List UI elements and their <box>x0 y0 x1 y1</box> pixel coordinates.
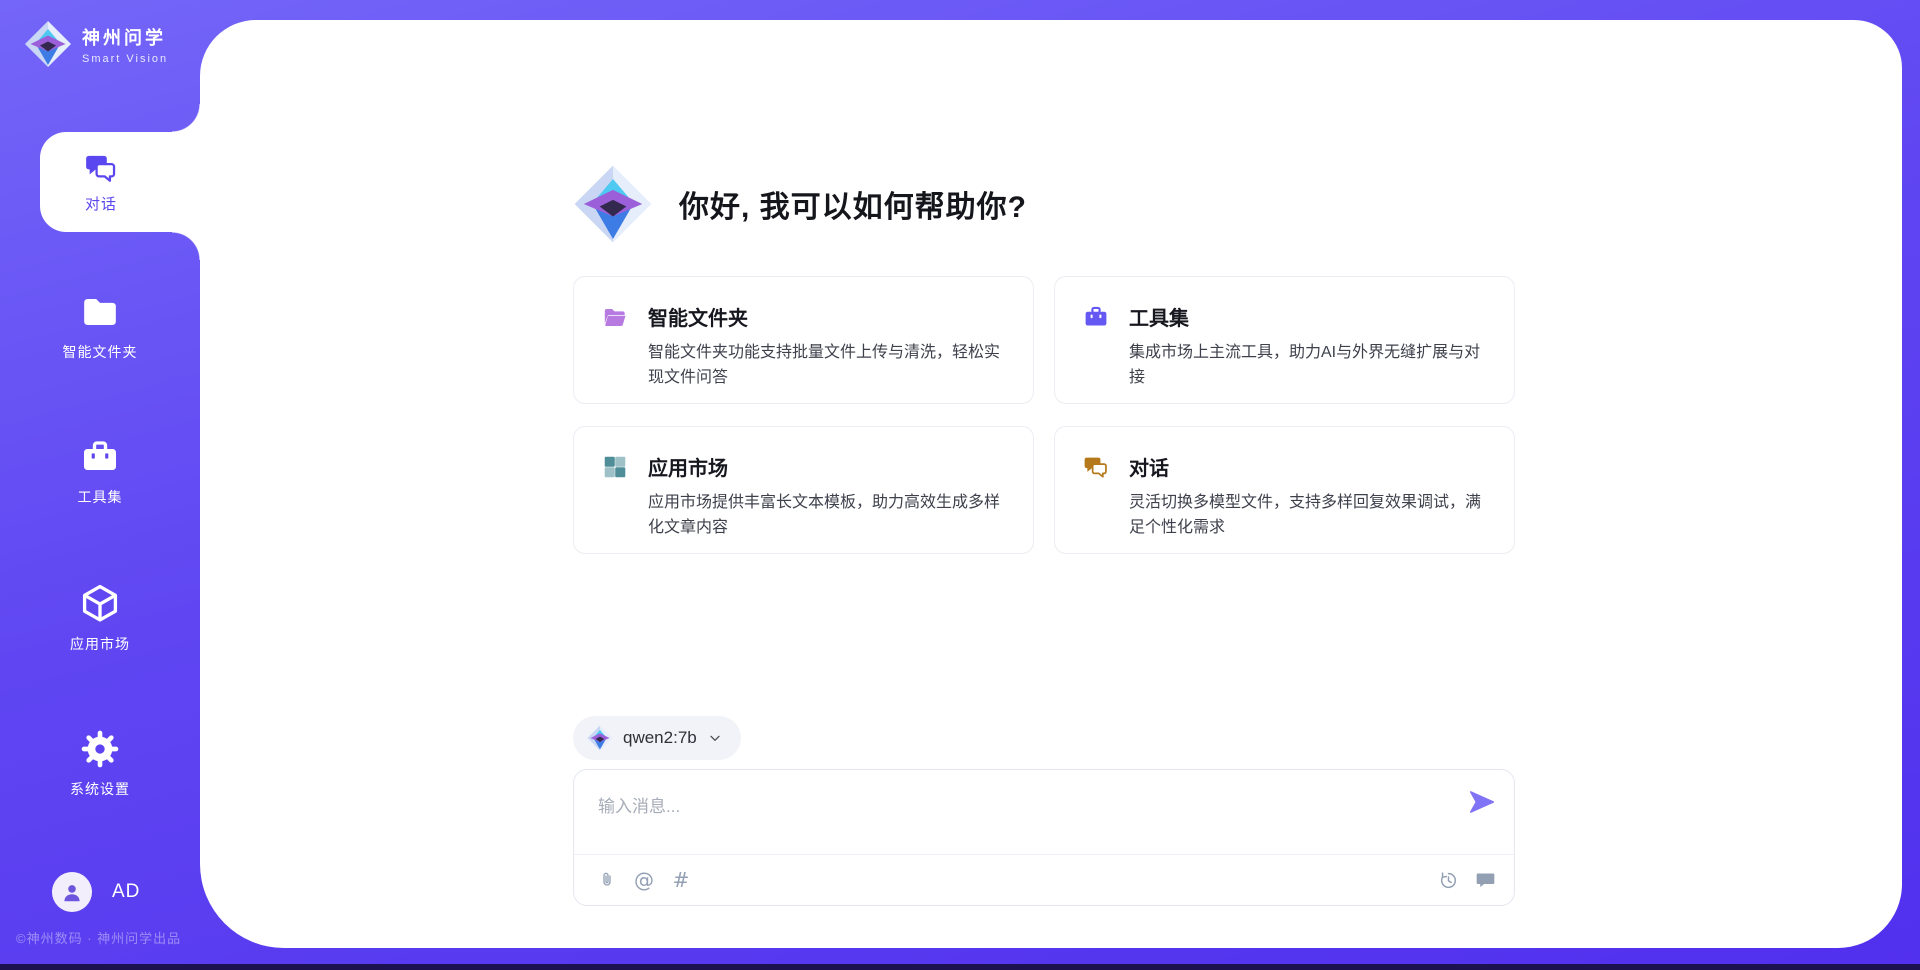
sidebar-item-label: 智能文件夹 <box>63 342 138 362</box>
message-composer: @ # <box>573 769 1515 906</box>
attachment-icon <box>597 869 617 891</box>
toolbox-icon <box>1083 304 1109 330</box>
main-content: 你好, 我可以如何帮助你? 智能文件夹 智能文件夹功能支持批量文件上传与清洗，轻… <box>573 0 1515 970</box>
history-button[interactable] <box>1437 868 1459 892</box>
sidebar-item-label: 对话 <box>85 193 117 214</box>
chevron-down-icon <box>707 730 723 746</box>
model-selector[interactable]: qwen2:7b <box>573 716 741 760</box>
model-name: qwen2:7b <box>623 728 697 748</box>
chat-icon <box>84 151 118 185</box>
card-title: 智能文件夹 <box>648 302 1005 331</box>
card-app-market[interactable]: 应用市场 应用市场提供丰富长文本模板，助力高效生成多样化文章内容 <box>573 426 1034 554</box>
chat-icon <box>1083 454 1109 480</box>
card-description: 灵活切换多模型文件，支持多样回复效果调试，满足个性化需求 <box>1129 490 1486 540</box>
card-chat[interactable]: 对话 灵活切换多模型文件，支持多样回复效果调试，满足个性化需求 <box>1054 426 1515 554</box>
user-avatar-icon <box>59 879 85 905</box>
sidebar-footer-text: ©神州数码 · 神州问学出品 <box>16 928 181 947</box>
hashtag-button[interactable]: # <box>670 868 692 892</box>
user-initials: AD <box>112 881 140 903</box>
card-title: 应用市场 <box>648 452 1005 481</box>
sidebar-item-label: 工具集 <box>78 487 123 507</box>
sidebar-item-label: 系统设置 <box>70 779 130 799</box>
sidebar-item-label: 应用市场 <box>70 634 130 654</box>
history-icon <box>1438 870 1459 891</box>
brand-diamond-icon <box>24 20 72 68</box>
attachment-button[interactable] <box>596 868 618 892</box>
toolbox-icon <box>80 437 120 477</box>
card-title: 工具集 <box>1129 302 1486 331</box>
gear-icon <box>80 729 120 769</box>
avatar <box>52 872 92 912</box>
card-toolset[interactable]: 工具集 集成市场上主流工具，助力AI与外界无缝扩展与对接 <box>1054 276 1515 404</box>
cube-icon <box>79 582 121 624</box>
brand-diamond-icon <box>587 725 613 751</box>
card-description: 智能文件夹功能支持批量文件上传与清洗，轻松实现文件问答 <box>648 340 1005 390</box>
card-description: 应用市场提供丰富长文本模板，助力高效生成多样化文章内容 <box>648 490 1005 540</box>
sidebar-item-app-market[interactable]: 应用市场 <box>0 582 200 654</box>
sidebar-item-settings[interactable]: 系统设置 <box>0 729 200 799</box>
hashtag-icon: # <box>673 868 690 892</box>
greeting-text: 你好, 我可以如何帮助你? <box>679 182 1027 226</box>
brand-subtitle: Smart Vision <box>82 53 168 65</box>
composer-toolbar: @ # <box>596 855 1496 905</box>
send-button[interactable] <box>1468 788 1496 816</box>
app-logo: 神州问学 Smart Vision <box>24 20 168 68</box>
greeting: 你好, 我可以如何帮助你? <box>573 164 1027 244</box>
card-title: 对话 <box>1129 452 1486 481</box>
feature-cards: 智能文件夹 智能文件夹功能支持批量文件上传与清洗，轻松实现文件问答 工具集 集成… <box>573 276 1515 554</box>
mention-icon: @ <box>634 868 654 892</box>
sidebar-item-chat[interactable]: 对话 <box>40 132 200 232</box>
grid-icon <box>602 454 628 480</box>
mention-button[interactable]: @ <box>633 868 655 892</box>
window-bottom-edge <box>0 964 1920 970</box>
folder-icon <box>80 292 120 332</box>
user-chip[interactable]: AD <box>52 872 140 912</box>
message-input[interactable] <box>586 780 1446 842</box>
sidebar-item-smart-folder[interactable]: 智能文件夹 <box>0 292 200 362</box>
card-smart-folder[interactable]: 智能文件夹 智能文件夹功能支持批量文件上传与清洗，轻松实现文件问答 <box>573 276 1034 404</box>
send-icon <box>1468 788 1496 816</box>
feedback-icon <box>1475 870 1496 891</box>
feedback-button[interactable] <box>1474 868 1496 892</box>
sidebar-item-toolset[interactable]: 工具集 <box>0 437 200 507</box>
brand-diamond-icon <box>573 164 653 244</box>
brand-name: 神州问学 <box>82 24 168 50</box>
card-description: 集成市场上主流工具，助力AI与外界无缝扩展与对接 <box>1129 340 1486 390</box>
folder-open-icon <box>602 304 628 330</box>
